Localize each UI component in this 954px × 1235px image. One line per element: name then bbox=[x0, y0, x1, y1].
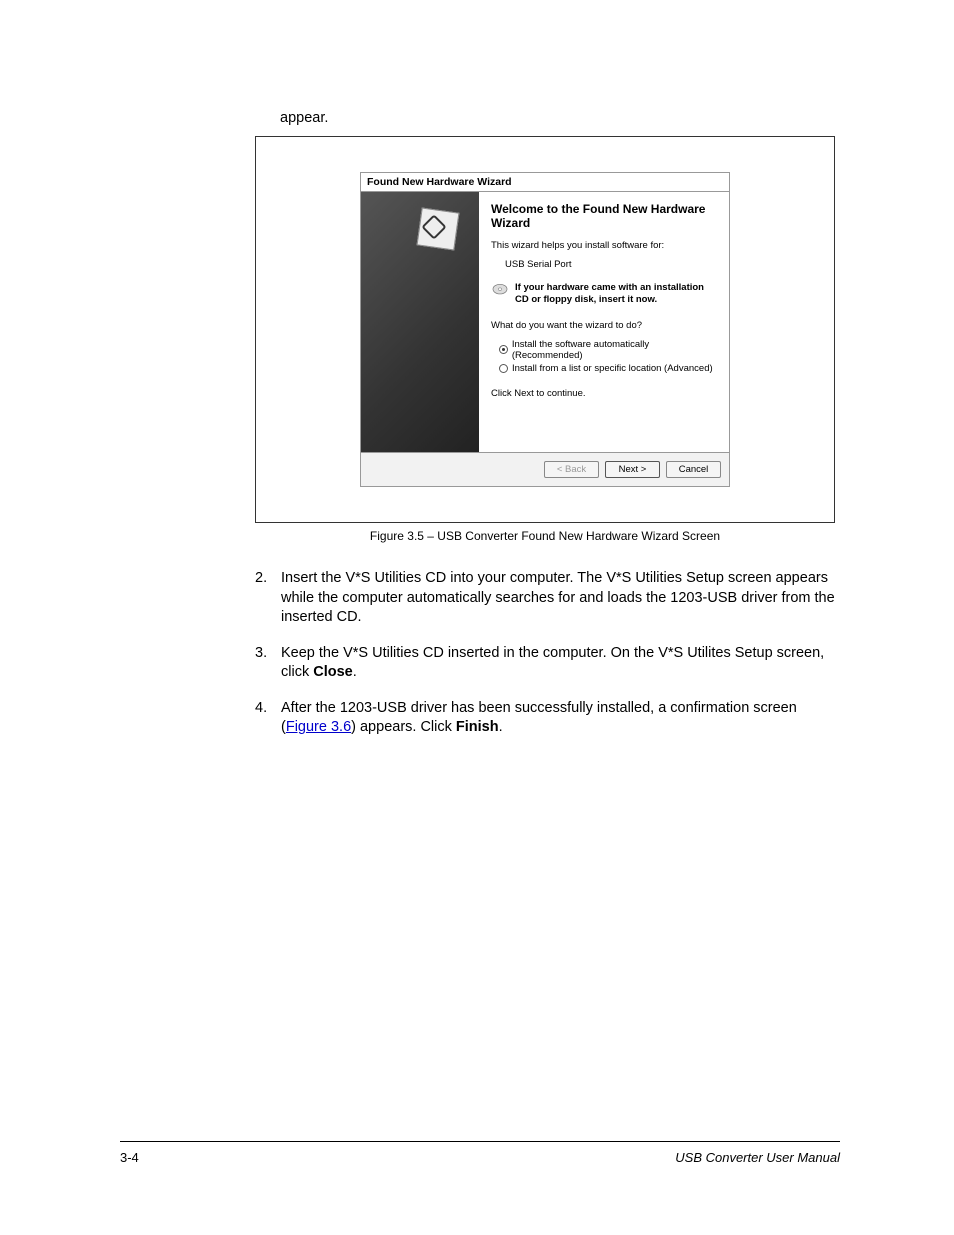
radio-dot-icon bbox=[499, 364, 508, 373]
step-item: 2. Insert the V*S Utilities CD into your… bbox=[255, 569, 835, 628]
radio-dot-icon bbox=[499, 345, 508, 354]
step-number: 3. bbox=[255, 644, 281, 683]
wizard-heading: Welcome to the Found New Hardware Wizard bbox=[491, 202, 717, 230]
wizard-question: What do you want the wizard to do? bbox=[491, 320, 717, 331]
step-text: Insert the V*S Utilities CD into your co… bbox=[281, 569, 835, 628]
wizard-titlebar: Found New Hardware Wizard bbox=[361, 173, 729, 192]
figure-caption: Figure 3.5 – USB Converter Found New Har… bbox=[255, 529, 835, 543]
step-item: 4. After the 1203-USB driver has been su… bbox=[255, 699, 835, 738]
back-button: < Back bbox=[544, 461, 599, 478]
radio-auto-label: Install the software automatically (Reco… bbox=[512, 339, 717, 361]
wizard-cd-hint-text: If your hardware came with an installati… bbox=[515, 282, 717, 306]
step-text: After the 1203-USB driver has been succe… bbox=[281, 699, 835, 738]
step-item: 3. Keep the V*S Utilities CD inserted in… bbox=[255, 644, 835, 683]
close-bold: Close bbox=[313, 664, 353, 680]
finish-bold: Finish bbox=[456, 719, 499, 735]
figure-link[interactable]: Figure 3.6 bbox=[286, 719, 351, 735]
wizard-device-name: USB Serial Port bbox=[505, 259, 717, 270]
intro-text-fragment: appear. bbox=[280, 110, 840, 126]
wizard-cd-hint-row: If your hardware came with an installati… bbox=[491, 282, 717, 306]
page-number: 3-4 bbox=[120, 1150, 139, 1165]
next-button[interactable]: Next > bbox=[605, 461, 660, 478]
wizard-dialog: Found New Hardware Wizard Welcome to the… bbox=[360, 172, 730, 487]
cd-icon bbox=[491, 283, 509, 297]
page-footer: 3-4 USB Converter User Manual bbox=[120, 1141, 840, 1165]
footer-rule bbox=[120, 1141, 840, 1142]
figure-container: Found New Hardware Wizard Welcome to the… bbox=[255, 136, 835, 523]
radio-install-list[interactable]: Install from a list or specific location… bbox=[499, 363, 717, 374]
wizard-button-row: < Back Next > Cancel bbox=[361, 453, 729, 486]
radio-list-label: Install from a list or specific location… bbox=[512, 363, 713, 374]
step-number: 2. bbox=[255, 569, 281, 628]
step-number: 4. bbox=[255, 699, 281, 738]
step-text: Keep the V*S Utilities CD inserted in th… bbox=[281, 644, 835, 683]
wizard-sidebar-graphic bbox=[361, 192, 479, 452]
document-title: USB Converter User Manual bbox=[675, 1150, 840, 1165]
wizard-helps-text: This wizard helps you install software f… bbox=[491, 240, 717, 251]
radio-install-auto[interactable]: Install the software automatically (Reco… bbox=[499, 339, 717, 361]
cancel-button[interactable]: Cancel bbox=[666, 461, 721, 478]
wizard-continue-text: Click Next to continue. bbox=[491, 388, 717, 399]
